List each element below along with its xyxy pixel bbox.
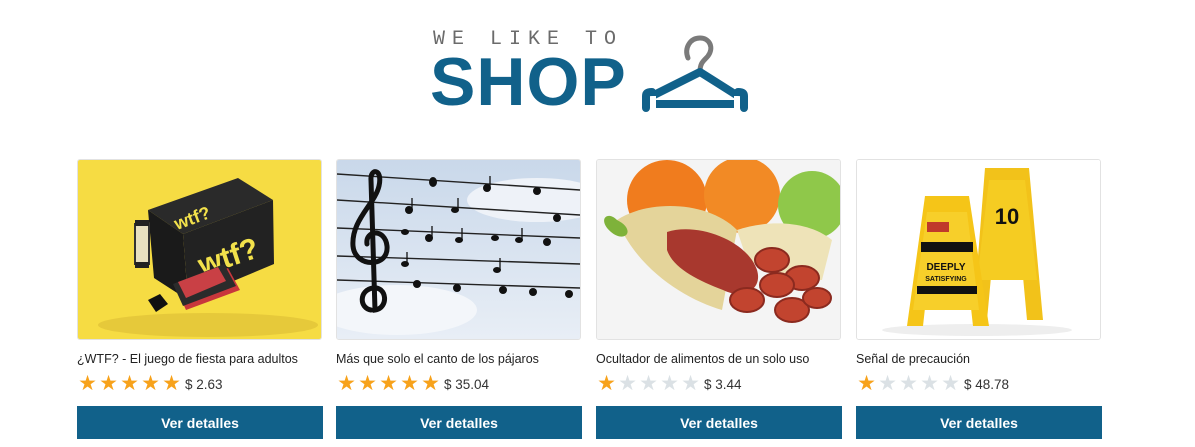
product-card[interactable]: Ocultador de alimentos de un solo uso ★ ★… (596, 159, 842, 439)
hanger-icon (642, 35, 748, 112)
star-icon: ★ (920, 372, 939, 395)
svg-text:SATISFYING: SATISFYING (925, 276, 967, 283)
product-rating: ★ ★ ★ ★ ★ $ 48.78 (856, 373, 1101, 395)
star-icon: ★ (878, 372, 897, 395)
star-icon: ★ (639, 372, 658, 395)
star-icon: ★ (99, 372, 118, 395)
logo-wordmark: SHOP (430, 44, 627, 120)
star-icon: ★ (162, 372, 181, 395)
product-price: $ 2.63 (185, 376, 223, 392)
star-icon: ★ (78, 372, 97, 395)
star-icon: ★ (941, 372, 960, 395)
product-title[interactable]: ¿WTF? - El juego de fiesta para adultos (77, 352, 322, 368)
view-details-button[interactable]: Ver detalles (856, 406, 1102, 439)
star-icon: ★ (857, 372, 876, 395)
site-logo[interactable]: WE LIKE TO SHOP (430, 26, 760, 116)
star-icon: ★ (120, 372, 139, 395)
star-icon: ★ (400, 372, 419, 395)
product-price: $ 3.44 (704, 376, 742, 392)
view-details-button[interactable]: Ver detalles (77, 406, 323, 439)
product-rating: ★ ★ ★ ★ ★ $ 35.04 (336, 373, 581, 395)
star-icon: ★ (141, 372, 160, 395)
star-icon: ★ (618, 372, 637, 395)
product-image[interactable]: wtf? wtf? (77, 159, 322, 340)
product-title[interactable]: Señal de precaución (856, 352, 1101, 368)
star-icon: ★ (379, 372, 398, 395)
product-price: $ 48.78 (964, 376, 1010, 392)
product-rating: ★ ★ ★ ★ ★ $ 3.44 (596, 373, 841, 395)
star-icon: ★ (681, 372, 700, 395)
product-rating: ★ ★ ★ ★ ★ $ 2.63 (77, 373, 322, 395)
product-price: $ 35.04 (444, 376, 490, 392)
star-icon: ★ (899, 372, 918, 395)
star-icon: ★ (660, 372, 679, 395)
product-image[interactable] (596, 159, 841, 340)
star-icon: ★ (597, 372, 616, 395)
view-details-button[interactable]: Ver detalles (336, 406, 582, 439)
product-image[interactable]: 10 DEEPLY SATISFYING (856, 159, 1101, 340)
star-icon: ★ (337, 372, 356, 395)
product-title[interactable]: Ocultador de alimentos de un solo uso (596, 352, 841, 368)
product-image[interactable] (336, 159, 581, 340)
product-card[interactable]: 10 DEEPLY SATISFYING Señal de precaución… (856, 159, 1102, 439)
view-details-button[interactable]: Ver detalles (596, 406, 842, 439)
svg-text:DEEPLY: DEEPLY (926, 262, 965, 273)
star-icon: ★ (421, 372, 440, 395)
product-card[interactable]: Más que solo el canto de los pájaros ★ ★ ★… (336, 159, 582, 439)
svg-text:10: 10 (995, 204, 1019, 229)
product-title[interactable]: Más que solo el canto de los pájaros (336, 352, 581, 368)
star-icon: ★ (358, 372, 377, 395)
product-card[interactable]: wtf? wtf? ¿WTF? - El juego de fiesta par… (77, 159, 323, 439)
